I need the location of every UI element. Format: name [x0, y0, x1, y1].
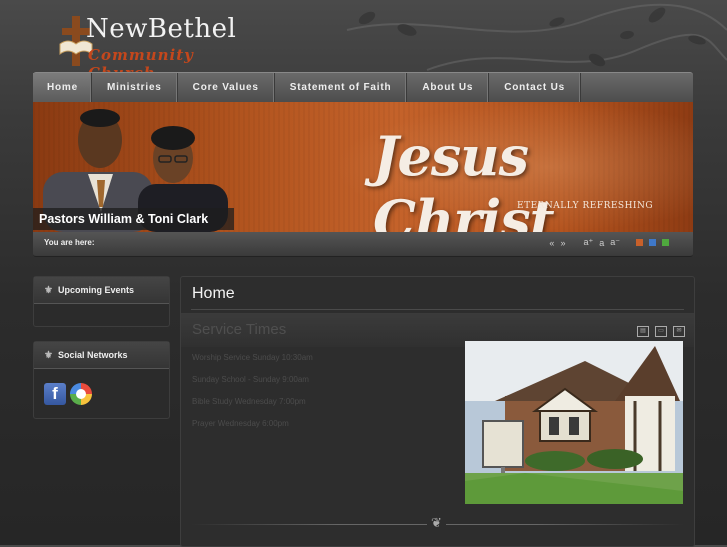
- upcoming-events-module: ⚜ Upcoming Events: [33, 276, 170, 327]
- font-reset-button[interactable]: a: [599, 238, 604, 248]
- ornament-icon: ❦: [427, 515, 446, 531]
- section-title: Service Times: [192, 321, 287, 338]
- main-nav: Home Ministries Core Values Statement of…: [33, 72, 693, 103]
- site-logo[interactable]: NewBethel Community Church: [44, 12, 254, 82]
- service-time-line: Sunday School - Sunday 9:00am: [192, 375, 309, 384]
- pastors-caption: Pastors William & Toni Clark: [33, 208, 234, 230]
- nav-ministries[interactable]: Ministries: [92, 73, 178, 103]
- facebook-icon[interactable]: f: [44, 383, 66, 405]
- hero-banner: Pastors William & Toni Clark Jesus Chris…: [33, 102, 693, 232]
- social-icons: f: [34, 369, 169, 419]
- service-time-line: Prayer Wednesday 6:00pm: [192, 419, 289, 428]
- social-networks-header: ⚜ Social Networks: [34, 342, 169, 369]
- social-networks-title: Social Networks: [57, 350, 128, 360]
- site-name: NewBethel: [86, 14, 237, 44]
- banner-tagline: ETERNALLY REFRESHING: [517, 201, 654, 211]
- style-swatch-orange[interactable]: [636, 239, 643, 246]
- page-tools: « » a⁺ a a⁻: [549, 237, 669, 248]
- banner-headline: Jesus Christ: [373, 124, 555, 232]
- fleur-icon: ⚜: [44, 285, 53, 296]
- breadcrumb-label: You are here:: [44, 238, 95, 247]
- social-networks-module: ⚜ Social Networks f: [33, 341, 170, 419]
- fleur-icon: ⚜: [44, 350, 53, 361]
- upcoming-events-title: Upcoming Events: [57, 285, 134, 295]
- article-tools: ▤ ▭ ✉: [637, 326, 685, 337]
- service-time-line: Bible Study Wednesday 7:00pm: [192, 397, 306, 406]
- style-swatch-green[interactable]: [662, 239, 669, 246]
- title-divider: [191, 309, 684, 310]
- page-title: Home: [192, 285, 235, 302]
- church-photo: [465, 341, 683, 504]
- picasa-icon[interactable]: [70, 383, 92, 405]
- main-content: Home Service Times ▤ ▭ ✉ Worship Service…: [180, 276, 695, 547]
- nav-about-us[interactable]: About Us: [407, 73, 490, 103]
- next-arrow-icon[interactable]: »: [560, 238, 565, 248]
- pdf-icon[interactable]: ▤: [637, 326, 649, 337]
- nav-contact-us[interactable]: Contact Us: [489, 73, 582, 103]
- service-time-line: Worship Service Sunday 10:30am: [192, 353, 313, 362]
- nav-core-values[interactable]: Core Values: [178, 73, 275, 103]
- breadcrumb-bar: You are here: « » a⁺ a a⁻: [33, 232, 693, 257]
- style-swatch-blue[interactable]: [649, 239, 656, 246]
- nav-statement-of-faith[interactable]: Statement of Faith: [275, 73, 408, 103]
- upcoming-events-header: ⚜ Upcoming Events: [34, 277, 169, 304]
- email-icon[interactable]: ✉: [673, 326, 685, 337]
- prev-arrow-icon[interactable]: «: [549, 238, 554, 248]
- header: NewBethel Community Church: [0, 0, 727, 82]
- nav-home[interactable]: Home: [33, 73, 92, 103]
- font-larger-button[interactable]: a⁺: [583, 237, 593, 248]
- font-smaller-button[interactable]: a⁻: [610, 237, 620, 248]
- print-icon[interactable]: ▭: [655, 326, 667, 337]
